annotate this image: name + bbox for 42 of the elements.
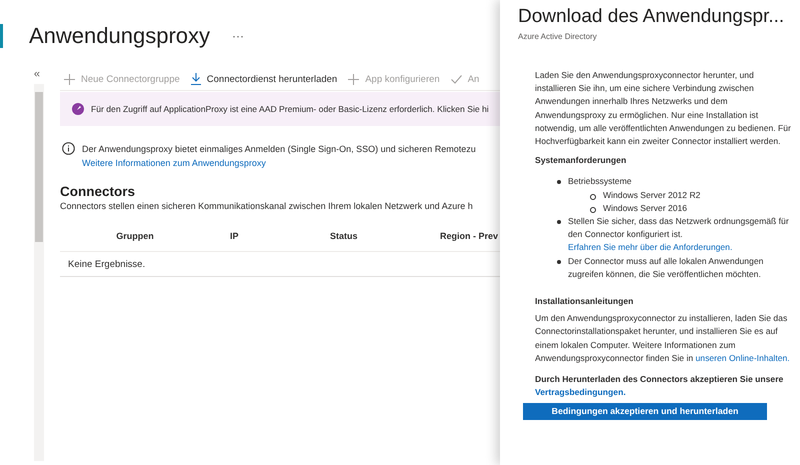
intro-paragraph: Laden Sie den Anwendungsproxyconnector herunter, und installieren Sie ihn, um eine sichere Verbindung zwischen Anwendungen innerhalb Ihres Netzwerks und dem Anwendungsproxy zu ermöglichen. Nur eine Installation ist notwendig, um alle veröffentlichten Anwendungen zu bedienen. Für Hochverfügbarkeit kann ein zweiter Connector installiert werden. — [535, 69, 792, 148]
empty-message: Keine Ergebnisse. — [60, 252, 500, 277]
requirements-link[interactable]: Erfahren Sie mehr über die Anforderungen. — [568, 241, 792, 255]
panel-title: Download des Anwendungspr... — [518, 6, 786, 28]
list-text: Stellen Sie sicher, dass das Netzwerk ordnungsgemäß für den Connector konfiguriert ist. — [568, 215, 790, 242]
collapse-button[interactable]: « — [30, 68, 44, 84]
bullet-icon — [557, 180, 561, 184]
install-paragraph: Um den Anwendungsproxyconnector zu installieren, laden Sie das Connectorinstallationspaket herunter, und installieren Sie es auf einem lokalen Computer. Weitere Informationen zum Anwendungsproxyconnector finden Sie in unseren Online-Inhalten. — [535, 312, 791, 365]
bullet-icon — [590, 206, 596, 213]
info-link[interactable]: Weitere Informationen zum Anwendungsproxy — [82, 156, 476, 170]
terms-text: Durch Herunterladen des Connectors akzeptieren Sie unsere Vertragsbedingungen. — [535, 373, 784, 400]
online-content-link[interactable]: unseren Online-Inhalten. — [696, 352, 790, 363]
bullet-icon — [557, 220, 561, 224]
banner-text: Für den Zugriff auf ApplicationProxy ist eine AAD Premium- oder Basic-Lizenz erforderlich. Klicken Sie hi — [91, 104, 489, 114]
plus-icon — [64, 74, 75, 84]
info-icon — [62, 142, 75, 155]
list-text: Betriebssysteme — [568, 175, 633, 188]
bullet-icon — [557, 260, 561, 264]
toolbar-button[interactable]: Connectordienst herunterladen — [190, 73, 338, 85]
section-description: Connectors stellen einen sicheren Kommunikationskanal zwischen Ihrem lokalen Netzwerk und Azure h — [60, 201, 474, 211]
check-icon — [450, 74, 462, 84]
bullet-icon — [590, 194, 596, 200]
section-heading: Connectors — [60, 184, 136, 199]
plus-icon — [348, 74, 360, 84]
accept-download-button[interactable]: Bedingungen akzeptieren und herunterladen — [523, 403, 767, 420]
column-header[interactable]: Status — [310, 221, 420, 252]
title-accent — [0, 24, 3, 48]
list-text: Der Connector muss auf alle lokalen Anwendungen zugreifen können, die Sie veröffentlichen möchten. — [568, 254, 764, 281]
list-text: Windows Server 2016 — [603, 202, 688, 215]
scrollbar-thumb[interactable] — [35, 92, 43, 242]
list-text: Windows Server 2012 R2 — [603, 188, 700, 202]
page-title: Anwendungsproxy — [29, 23, 210, 49]
column-header[interactable]: Gruppen — [60, 221, 210, 252]
install-heading: Installationsanleitungen — [535, 295, 634, 308]
info-text: Der Anwendungsproxy bietet einmaliges Anmelden (Single Sign-On, SSO) und sicheren Remotezu — [82, 143, 476, 156]
scrollbar[interactable] — [34, 84, 44, 461]
more-button[interactable]: ··· — [232, 29, 244, 43]
column-header[interactable]: IP — [210, 221, 310, 252]
requirements-heading: Systemanforderungen — [535, 154, 628, 168]
download-icon — [190, 73, 201, 85]
terms-link[interactable]: Vertragsbedingungen. — [535, 387, 626, 398]
panel-subtitle: Azure Active Directory — [518, 32, 598, 41]
